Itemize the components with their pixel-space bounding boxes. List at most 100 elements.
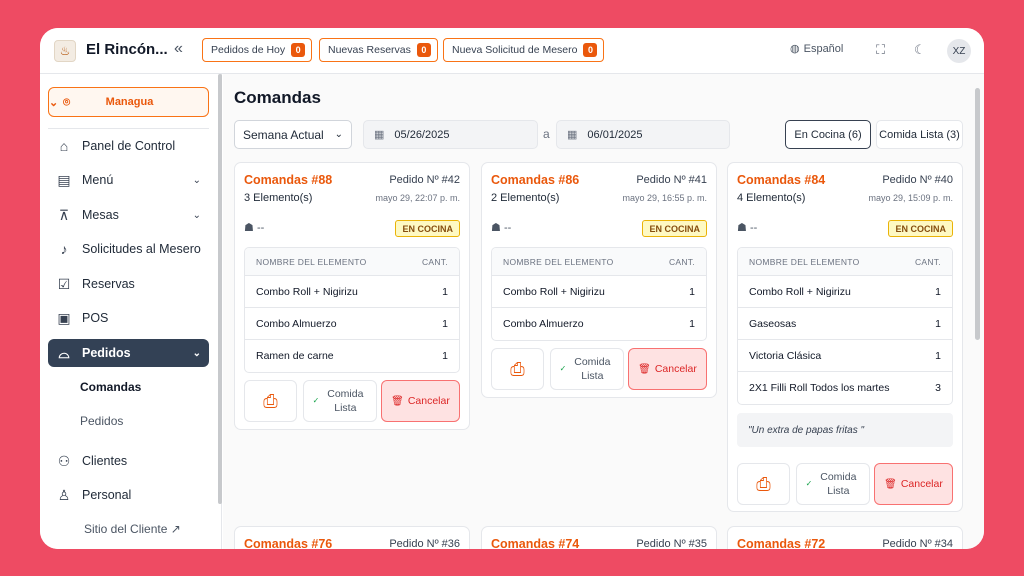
item-qty: 1 [442, 285, 448, 298]
pill-nuevas-reservas[interactable]: Nuevas Reservas 0 [319, 38, 438, 62]
sidebar-item-personal[interactable]: ♙ Personal [48, 481, 209, 509]
printer-icon: ⎙ [263, 390, 278, 411]
food-ready-button[interactable]: ✓ Comida Lista [796, 463, 870, 505]
avatar[interactable]: XZ [947, 39, 971, 63]
sidebar-item-pos[interactable]: ▣ POS [48, 304, 209, 332]
pill-label: Nueva Solicitud de Mesero [452, 44, 578, 56]
printer-icon: ⎙ [756, 473, 771, 494]
order-number: Pedido Nº #36 [389, 538, 460, 549]
brand-name: El Rincón... [86, 41, 168, 58]
pill-label: Nuevas Reservas [328, 44, 411, 56]
location-label: Managua [105, 96, 154, 108]
column-header-name: NOMBRE DEL ELEMENTO [749, 256, 860, 267]
moon-icon[interactable]: ☾ [914, 42, 926, 58]
sidebar-item-solicitudes[interactable]: ♪ Solicitudes al Mesero [48, 235, 209, 263]
sidebar-item-mesas[interactable]: ⊼ Mesas ⌄ [48, 201, 209, 229]
sidebar-item-menu[interactable]: ▤ Menú ⌄ [48, 166, 209, 194]
restaurant-logo-icon: ♨ [54, 40, 76, 62]
globe-icon: ◍ [790, 43, 800, 55]
item-name: Combo Roll + Nigirizu [503, 285, 605, 298]
order-datetime: mayo 29, 22:07 p. m. [375, 193, 460, 203]
sidebar-item-panel[interactable]: ⌂ Panel de Control [48, 132, 209, 160]
calendar-check-icon: ☑ [57, 275, 71, 292]
order-number: Pedido Nº #41 [636, 174, 707, 186]
waiter-icon: ☗ [737, 222, 747, 234]
home-icon: ⌂ [59, 138, 69, 154]
order-card-title: Comandas #74 [491, 537, 580, 549]
trash-icon: 🗑 [884, 478, 897, 490]
order-datetime: mayo 29, 16:55 p. m. [622, 193, 707, 203]
order-card: Comandas #72 Pedido Nº #34 [727, 526, 963, 549]
client-site-link[interactable]: Sitio del Cliente ↗ [84, 522, 181, 536]
date-from-field[interactable]: ▦ 05/26/2025 [363, 120, 538, 149]
chevron-down-icon: ⌄ [192, 347, 201, 359]
items-table: NOMBRE DEL ELEMENTO CANT. Combo Roll + Ni… [244, 247, 460, 373]
cancel-button[interactable]: 🗑 Cancelar [874, 463, 953, 505]
table-row: Combo Roll + Nigirizu 1 [738, 276, 952, 308]
sidebar-item-reservas[interactable]: ☑ Reservas [48, 270, 209, 298]
print-button[interactable]: ⎙ [491, 348, 544, 390]
cancel-label: Cancelar [654, 363, 697, 375]
column-header-name: NOMBRE DEL ELEMENTO [256, 256, 367, 267]
range-select[interactable]: Semana Actual ⌄ [234, 120, 352, 149]
users-icon: ⚇ [57, 452, 71, 469]
item-name: 2X1 Filli Roll Todos los martes [749, 382, 890, 394]
cloche-icon: ⌓ [58, 344, 70, 361]
chevron-down-icon: ⌄ [192, 174, 201, 186]
item-name: Victoria Clásica [749, 349, 822, 362]
print-button[interactable]: ⎙ [244, 380, 297, 422]
food-ready-button[interactable]: ✓ Comida Lista [550, 348, 624, 390]
date-to-field[interactable]: ▦ 06/01/2025 [556, 120, 730, 149]
waiter-icon: ☗ [491, 222, 501, 234]
fullscreen-icon[interactable]: ⛶ [876, 42, 885, 58]
trash-icon: 🗑 [638, 363, 651, 375]
sidebar: ⌾ Managua ⌄ ⌂ Panel de Control ▤ Menú ⌄ ⊼ Me… [40, 74, 222, 549]
cancel-button[interactable]: 🗑 Cancelar [381, 380, 460, 422]
sidebar-scrollbar[interactable] [218, 74, 222, 504]
printer-icon: ⎙ [510, 358, 525, 379]
column-header-qty: CANT. [914, 256, 941, 267]
main-content: Comandas Semana Actual ⌄ ▦ 05/26/2025 a ▦ 0… [223, 74, 984, 549]
pill-count: 0 [416, 43, 431, 57]
pill-pedidos-hoy[interactable]: Pedidos de Hoy 0 [202, 38, 313, 62]
table-icon: ⊼ [58, 206, 70, 223]
items-table: NOMBRE DEL ELEMENTO CANT. Combo Roll + Ni… [737, 247, 953, 405]
column-header-qty: CANT. [421, 256, 448, 267]
external-link-icon: ↗ [170, 522, 181, 536]
sidebar-item-clientes[interactable]: ⚇ Clientes [48, 447, 209, 475]
page-title: Comandas [234, 88, 321, 107]
sidebar-item-pedidos[interactable]: ⌓ Pedidos ⌄ [48, 339, 209, 367]
table-header: NOMBRE DEL ELEMENTO CANT. [738, 248, 952, 276]
order-card-title: Comandas #76 [244, 537, 333, 549]
pill-solicitud-mesero[interactable]: Nueva Solicitud de Mesero 0 [443, 38, 605, 62]
bell-icon: ♪ [60, 241, 68, 257]
language-selector[interactable]: ◍ Español [790, 42, 843, 56]
table-row: Combo Almuerzo 1 [492, 308, 706, 340]
cancel-button[interactable]: 🗑 Cancelar [628, 348, 707, 390]
location-select[interactable]: ⌾ Managua ⌄ [48, 87, 209, 117]
table-row: Ramen de carne 1 [245, 340, 459, 372]
main-scrollbar[interactable] [975, 88, 980, 340]
sidebar-subitem-comandas[interactable]: Comandas [80, 380, 141, 394]
order-number: Pedido Nº #35 [636, 538, 707, 549]
print-button[interactable]: ⎙ [737, 463, 790, 505]
item-name: Combo Roll + Nigirizu [749, 285, 851, 298]
check-icon: ✓ [559, 364, 567, 373]
menu-book-icon: ▤ [57, 171, 71, 188]
calendar-icon: ▦ [374, 129, 385, 141]
date-to-value: 06/01/2025 [587, 128, 643, 141]
collapse-sidebar-icon[interactable]: « [174, 40, 183, 58]
status-badge: EN COCINA [395, 220, 460, 237]
food-ready-button[interactable]: ✓ Comida Lista [303, 380, 377, 422]
table-header: NOMBRE DEL ELEMENTO CANT. [492, 248, 706, 276]
sidebar-subitem-pedidos[interactable]: Pedidos [80, 414, 123, 428]
item-qty: 1 [935, 285, 941, 298]
filter-en-cocina[interactable]: En Cocina (6) [785, 120, 871, 149]
cancel-label: Cancelar [900, 478, 943, 490]
item-name: Gaseosas [749, 317, 797, 330]
filter-comida-lista[interactable]: Comida Lista (3) [876, 120, 963, 149]
pos-icon: ▣ [57, 309, 71, 326]
client-site-label: Sitio del Cliente [84, 522, 168, 536]
waiter-icon: ☗ [244, 222, 254, 234]
range-select-value: Semana Actual [243, 127, 324, 142]
